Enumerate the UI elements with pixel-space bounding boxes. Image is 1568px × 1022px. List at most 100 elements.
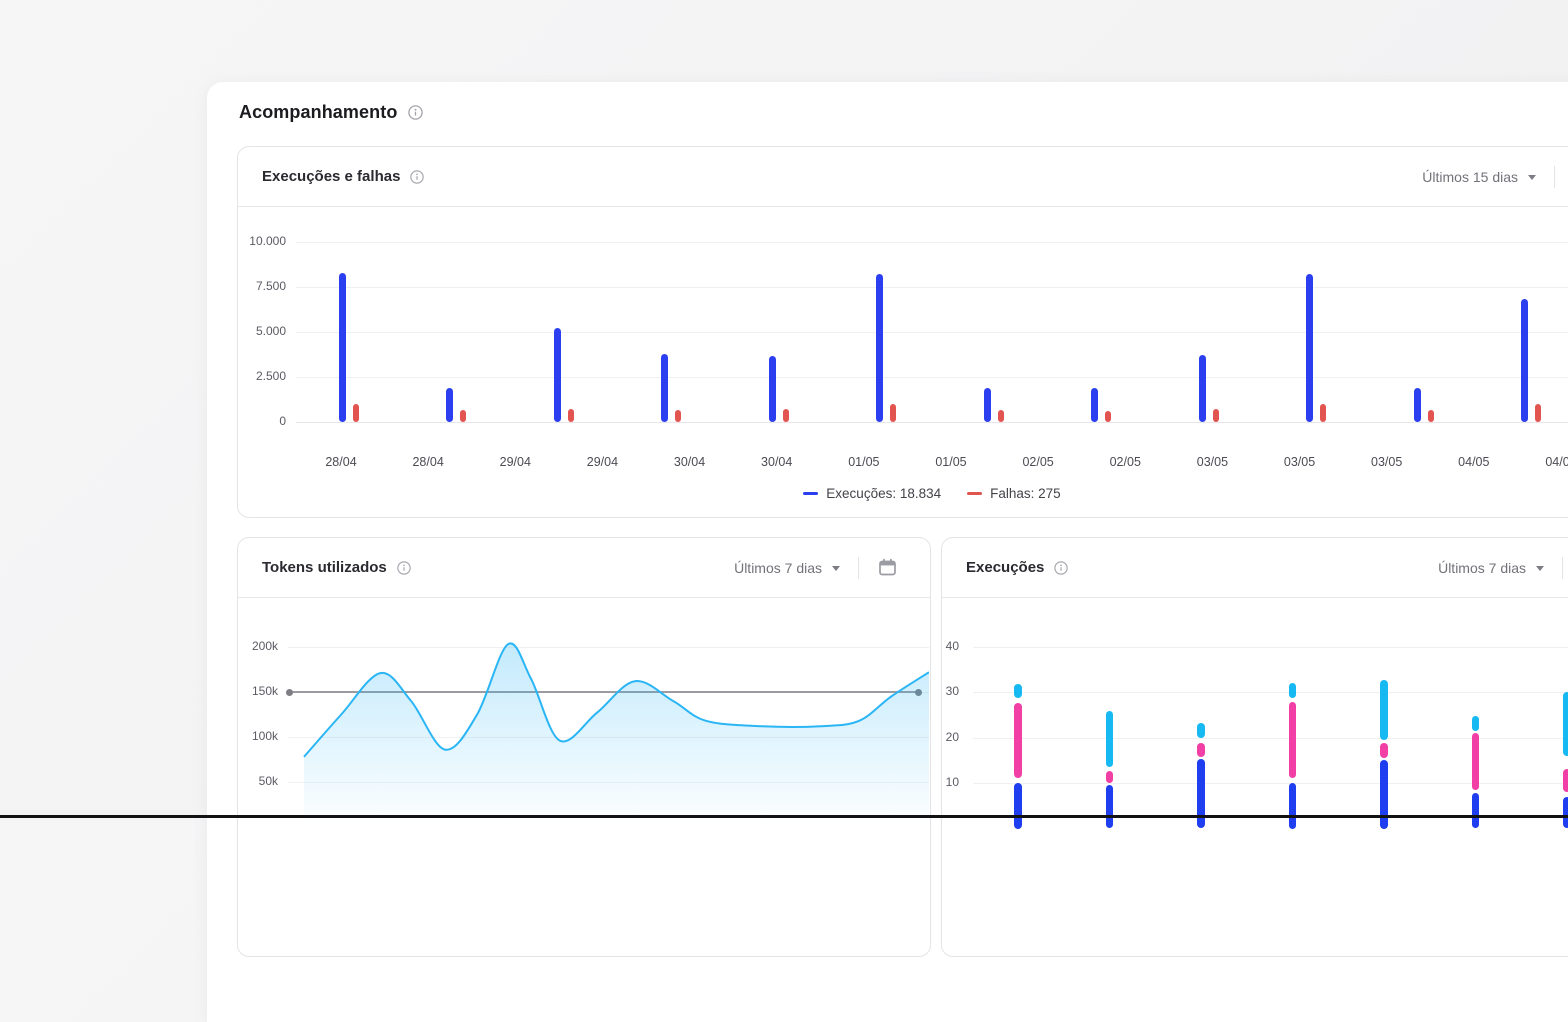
bar-failures[interactable] bbox=[1105, 411, 1111, 422]
gridline bbox=[296, 377, 1568, 378]
stacked-bar-segment[interactable] bbox=[1289, 702, 1297, 778]
bar-executions[interactable] bbox=[339, 273, 346, 422]
x-axis-label: 01/05 bbox=[834, 455, 894, 469]
failures-legend-item: Falhas: 275 bbox=[967, 486, 1061, 501]
chevron-down-icon[interactable] bbox=[832, 566, 840, 571]
stacked-bar-segment[interactable] bbox=[1014, 703, 1022, 778]
bar-executions[interactable] bbox=[1414, 388, 1421, 422]
card-title: Execuções bbox=[966, 559, 1044, 576]
x-axis-label: 28/04 bbox=[398, 455, 458, 469]
info-icon[interactable] bbox=[410, 170, 424, 184]
x-axis-label: 03/05 bbox=[1357, 455, 1417, 469]
stacked-bar-segment[interactable] bbox=[1197, 759, 1205, 829]
executions-legend-dash bbox=[803, 492, 818, 495]
y-axis-label: 2.500 bbox=[240, 369, 286, 383]
bar-executions[interactable] bbox=[446, 388, 453, 422]
x-axis-label: 04/05 bbox=[1444, 455, 1504, 469]
executions-legend-label: Execuções: 18.834 bbox=[826, 486, 941, 501]
period-select[interactable]: Últimos 7 dias bbox=[734, 560, 822, 576]
divider bbox=[1562, 557, 1563, 579]
y-axis-label: 200k bbox=[238, 639, 278, 653]
bar-failures[interactable] bbox=[353, 404, 359, 422]
stacked-bar-segment[interactable] bbox=[1106, 711, 1114, 767]
info-icon[interactable] bbox=[408, 105, 423, 120]
y-axis-label: 150k bbox=[238, 684, 278, 698]
calendar-icon[interactable] bbox=[877, 557, 898, 578]
bar-executions[interactable] bbox=[1521, 299, 1528, 422]
executions-card: Execuções Últimos 7 dias 40302010 bbox=[941, 537, 1568, 957]
x-axis-label: 30/04 bbox=[747, 455, 807, 469]
stacked-bar-segment[interactable] bbox=[1380, 743, 1388, 758]
stacked-bar-segment[interactable] bbox=[1014, 783, 1022, 829]
bar-failures[interactable] bbox=[1428, 410, 1434, 422]
bar-failures[interactable] bbox=[890, 404, 896, 422]
gridline bbox=[973, 692, 1568, 693]
tokens-area-chart bbox=[288, 601, 929, 820]
bar-executions[interactable] bbox=[769, 356, 776, 422]
page-header: Acompanhamento bbox=[239, 102, 423, 123]
x-axis-label: 02/05 bbox=[1008, 455, 1068, 469]
stacked-bar-segment[interactable] bbox=[1563, 769, 1568, 792]
stacked-bar-segment[interactable] bbox=[1106, 785, 1114, 828]
y-axis-label: 50k bbox=[238, 774, 278, 788]
chevron-down-icon[interactable] bbox=[1528, 175, 1536, 180]
bar-failures[interactable] bbox=[1213, 409, 1219, 422]
page-title: Acompanhamento bbox=[239, 102, 397, 123]
failures-legend-dash bbox=[967, 492, 982, 495]
info-icon[interactable] bbox=[397, 561, 411, 575]
y-axis-label: 5.000 bbox=[240, 324, 286, 338]
bar-executions[interactable] bbox=[661, 354, 668, 422]
chart-legend: Execuções: 18.834 Falhas: 275 bbox=[238, 486, 1568, 501]
bar-executions[interactable] bbox=[1306, 274, 1313, 422]
stacked-bar-segment[interactable] bbox=[1472, 793, 1480, 828]
x-axis-label: 03/05 bbox=[1270, 455, 1330, 469]
stacked-bar-segment[interactable] bbox=[1472, 716, 1480, 731]
bar-executions[interactable] bbox=[984, 388, 991, 422]
bar-executions[interactable] bbox=[554, 328, 561, 422]
card-header: Tokens utilizados Últimos 7 dias bbox=[238, 538, 930, 598]
gridline bbox=[296, 422, 1568, 423]
stacked-bar-segment[interactable] bbox=[1380, 760, 1388, 828]
stacked-bar-segment[interactable] bbox=[1197, 743, 1205, 758]
stacked-bar-segment[interactable] bbox=[1106, 771, 1114, 783]
gridline bbox=[296, 242, 1568, 243]
x-axis-label: 30/04 bbox=[660, 455, 720, 469]
x-axis-label: 29/04 bbox=[572, 455, 632, 469]
bar-failures[interactable] bbox=[568, 409, 574, 422]
stacked-bar-segment[interactable] bbox=[1289, 783, 1297, 829]
card-header: Execuções e falhas Últimos 15 dias bbox=[238, 147, 1568, 207]
y-axis-label: 40 bbox=[942, 639, 959, 653]
x-axis-label: 03/05 bbox=[1182, 455, 1242, 469]
card-header: Execuções Últimos 7 dias bbox=[942, 538, 1568, 598]
stacked-bar-segment[interactable] bbox=[1289, 683, 1297, 698]
stacked-bar-segment[interactable] bbox=[1014, 684, 1022, 698]
period-select[interactable]: Últimos 15 dias bbox=[1422, 169, 1518, 185]
bar-failures[interactable] bbox=[783, 409, 789, 422]
bar-failures[interactable] bbox=[460, 410, 466, 422]
chevron-down-icon[interactable] bbox=[1536, 566, 1544, 571]
y-axis-label: 100k bbox=[238, 729, 278, 743]
card-title: Tokens utilizados bbox=[262, 559, 387, 576]
failures-legend-label: Falhas: 275 bbox=[990, 486, 1061, 501]
bar-failures[interactable] bbox=[675, 410, 681, 422]
bar-failures[interactable] bbox=[998, 410, 1004, 422]
executions-legend-item: Execuções: 18.834 bbox=[803, 486, 941, 501]
period-select[interactable]: Últimos 7 dias bbox=[1438, 560, 1526, 576]
info-icon[interactable] bbox=[1054, 561, 1068, 575]
x-axis-label: 02/05 bbox=[1095, 455, 1155, 469]
stacked-bar-segment[interactable] bbox=[1563, 692, 1568, 756]
bar-failures[interactable] bbox=[1535, 404, 1541, 422]
stacked-bar-segment[interactable] bbox=[1380, 680, 1388, 740]
bar-failures[interactable] bbox=[1320, 404, 1326, 422]
y-axis-label: 7.500 bbox=[240, 279, 286, 293]
bar-executions[interactable] bbox=[876, 274, 883, 422]
executions-failures-card: Execuções e falhas Últimos 15 dias Execu… bbox=[237, 146, 1568, 518]
stacked-bar-segment[interactable] bbox=[1197, 723, 1205, 738]
bar-executions[interactable] bbox=[1091, 388, 1098, 422]
x-axis-label: 29/04 bbox=[485, 455, 545, 469]
x-axis-label: 01/05 bbox=[921, 455, 981, 469]
gridline bbox=[973, 647, 1568, 648]
stacked-bar-segment[interactable] bbox=[1472, 733, 1480, 790]
bar-executions[interactable] bbox=[1199, 355, 1206, 422]
stacked-bar-segment[interactable] bbox=[1563, 797, 1568, 829]
